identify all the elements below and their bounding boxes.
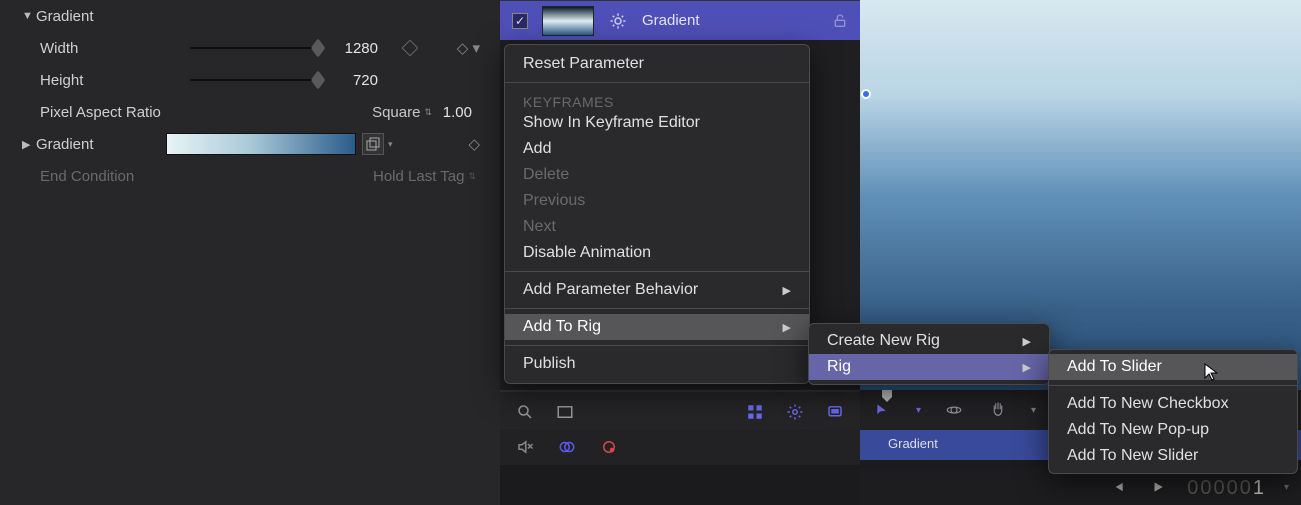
parameter-context-menu: Reset Parameter KEYFRAMES Show In Keyfra… — [504, 44, 810, 384]
height-label: Height — [40, 72, 190, 89]
menu-add-to-rig[interactable]: Add To Rig▶ — [505, 314, 809, 340]
disclosure-down-icon[interactable]: ▼ — [22, 10, 36, 22]
fit-window-icon[interactable] — [554, 401, 576, 423]
grid-icon[interactable] — [744, 401, 766, 423]
menu-add-to-new-popup[interactable]: Add To New Pop-up — [1049, 417, 1297, 443]
timecode-display[interactable]: 000001 — [1187, 475, 1266, 500]
menu-add-parameter-behavior[interactable]: Add Parameter Behavior▶ — [505, 277, 809, 303]
pan-tool-icon[interactable] — [987, 399, 1009, 421]
add-to-rig-submenu: Create New Rig▶ Rig▶ — [808, 323, 1050, 385]
keyframe-diamond-icon[interactable] — [402, 40, 419, 57]
width-label: Width — [40, 40, 190, 57]
menu-show-keyframe-editor[interactable]: Show In Keyframe Editor — [505, 110, 809, 136]
playhead-marker[interactable] — [882, 390, 890, 400]
param-pixel-aspect: Pixel Aspect Ratio Square ⇅ 1.00 — [0, 96, 500, 128]
chevron-updown-icon[interactable]: ⇅ — [420, 107, 436, 118]
layer-name[interactable]: Gradient — [642, 12, 700, 29]
chevron-right-icon: ▶ — [1023, 335, 1031, 348]
menu-separator — [505, 82, 809, 83]
search-icon[interactable] — [514, 401, 536, 423]
width-slider[interactable] — [190, 47, 320, 49]
menu-separator — [505, 345, 809, 346]
menu-add-to-slider[interactable]: Add To Slider — [1049, 354, 1297, 380]
chevron-right-icon: ▶ — [783, 321, 791, 334]
inspector-panel: ▼ Gradient Width 1280 ◇ ▾ Height 720 Pix… — [0, 0, 500, 505]
pixel-aspect-select[interactable]: Square — [372, 104, 420, 121]
menu-delete-keyframe: Delete — [505, 162, 809, 188]
param-height: Height 720 — [0, 64, 500, 96]
mute-icon[interactable] — [514, 436, 536, 458]
layer-enable-checkbox[interactable]: ✓ — [512, 13, 528, 29]
rig-submenu: Add To Slider Add To New Checkbox Add To… — [1048, 349, 1298, 474]
tool-chevron-icon[interactable]: ▾ — [916, 405, 921, 416]
gear-icon[interactable] — [784, 401, 806, 423]
gradient-preview[interactable] — [166, 133, 356, 155]
menu-section-keyframes: KEYFRAMES — [505, 88, 809, 110]
menu-add-keyframe[interactable]: Add — [505, 136, 809, 162]
param-gradient: ▶ Gradient ▾ ◇ — [0, 128, 500, 160]
timeline-toolbar — [500, 391, 860, 431]
slider-thumb-icon[interactable] — [311, 38, 326, 57]
clip-label: Gradient — [888, 436, 948, 454]
timeline-controls — [500, 429, 860, 465]
menu-previous-keyframe: Previous — [505, 188, 809, 214]
orbit-icon[interactable] — [943, 399, 965, 421]
pixel-aspect-label: Pixel Aspect Ratio — [40, 104, 190, 121]
gradient-edit-button[interactable] — [362, 133, 384, 155]
chevron-down-icon[interactable]: ▾ — [384, 139, 397, 150]
menu-publish[interactable]: Publish — [505, 351, 809, 377]
width-value[interactable]: 1280 — [326, 40, 386, 57]
menu-add-to-new-checkbox[interactable]: Add To New Checkbox — [1049, 391, 1297, 417]
disclosure-right-icon[interactable]: ▶ — [22, 138, 36, 151]
chevron-down-icon[interactable]: ▾ — [1284, 482, 1289, 493]
chevron-right-icon: ▶ — [1023, 361, 1031, 374]
menu-next-keyframe: Next — [505, 214, 809, 240]
loop-icon[interactable] — [556, 436, 578, 458]
menu-create-new-rig[interactable]: Create New Rig▶ — [809, 328, 1049, 354]
keyframe-diamond-icon[interactable]: ◇ — [468, 135, 480, 153]
pixel-aspect-value[interactable]: 1.00 — [436, 104, 480, 121]
animation-menu-icon[interactable]: ◇ ▾ — [457, 39, 480, 57]
menu-reset-parameter[interactable]: Reset Parameter — [505, 51, 809, 77]
canvas-control-point[interactable] — [861, 89, 871, 99]
end-condition-select: Hold Last Tag — [373, 168, 464, 185]
param-end-condition: End Condition Hold Last Tag ⇅ — [0, 160, 500, 192]
height-value[interactable]: 720 — [326, 72, 386, 89]
menu-disable-animation[interactable]: Disable Animation — [505, 240, 809, 266]
go-to-start-icon[interactable] — [1107, 476, 1129, 498]
group-label: Gradient — [36, 8, 186, 25]
generator-icon — [608, 11, 628, 31]
layer-row-gradient[interactable]: ✓ Gradient — [500, 0, 860, 40]
stack-icon — [366, 137, 380, 151]
tool-chevron-icon[interactable]: ▾ — [1031, 405, 1036, 416]
layer-thumbnail[interactable] — [542, 6, 594, 36]
gradient-label: Gradient — [36, 136, 166, 153]
menu-separator — [505, 308, 809, 309]
slider-thumb-icon[interactable] — [311, 70, 326, 89]
chevron-updown-icon: ⇅ — [464, 171, 480, 182]
play-icon[interactable] — [1147, 476, 1169, 498]
lock-icon[interactable] — [832, 13, 848, 29]
mask-icon[interactable] — [824, 401, 846, 423]
menu-add-to-new-slider[interactable]: Add To New Slider — [1049, 443, 1297, 469]
chevron-right-icon: ▶ — [783, 284, 791, 297]
end-condition-label: End Condition — [40, 168, 190, 185]
menu-separator — [505, 271, 809, 272]
transport-controls: 000001 ▾ — [860, 469, 1301, 505]
menu-separator — [1049, 385, 1297, 386]
record-icon[interactable] — [598, 436, 620, 458]
menu-rig[interactable]: Rig▶ — [809, 354, 1049, 380]
height-slider[interactable] — [190, 79, 320, 81]
param-width: Width 1280 ◇ ▾ — [0, 32, 500, 64]
param-group-gradient[interactable]: ▼ Gradient — [0, 0, 500, 32]
